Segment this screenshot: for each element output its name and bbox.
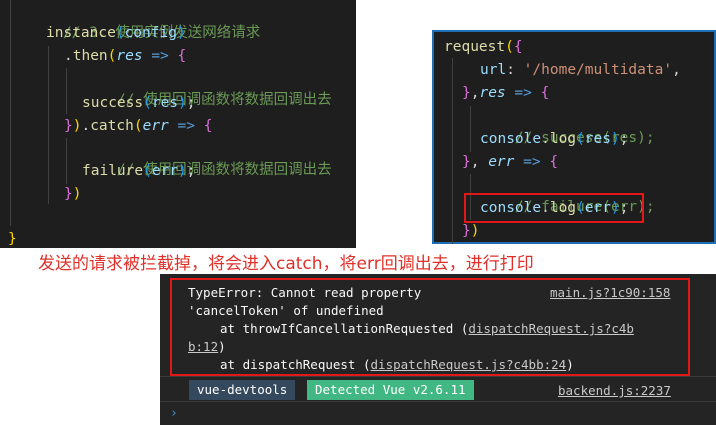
backend-source-link[interactable]: backend.js:2237 (558, 382, 671, 400)
highlight-box (170, 278, 690, 376)
code-fn: instance (46, 25, 116, 41)
code-var: err (151, 163, 179, 179)
code-line: }) (462, 223, 480, 239)
indent-guide (66, 138, 67, 184)
indent-guide (452, 58, 453, 244)
console-divider (160, 376, 716, 377)
code-line: .then(res => { (64, 48, 187, 64)
code-param: res (116, 48, 143, 64)
code-obj: console (480, 131, 542, 147)
code-line: }).catch(err => { (64, 118, 213, 134)
code-fn: log (549, 131, 577, 147)
code-var: config (124, 25, 177, 41)
code-line: url: '/home/multidata', (480, 62, 681, 78)
code-var: res (584, 131, 611, 147)
code-param: err (488, 154, 515, 170)
code-param: res (479, 85, 506, 101)
code-fn: catch (90, 118, 134, 134)
code-line: }, err => { (462, 154, 559, 170)
code-line: } (8, 231, 17, 247)
annotation-caption: 发送的请求被拦截掉，将会进入catch，将err回调出去，进行打印 (38, 254, 534, 274)
indent-guide (470, 106, 471, 152)
indent-guide (48, 46, 49, 204)
code-line: success(res); (82, 95, 196, 111)
code-line: }) (64, 186, 82, 202)
code-editor-left: // 3. 使用实例发送网络请求 instance(config) .then(… (0, 0, 356, 248)
code-key: url (480, 62, 507, 78)
code-string: '/home/multidata' (523, 62, 673, 78)
highlight-box (464, 193, 644, 223)
code-editor-right: request({ url: '/home/multidata', },res … (432, 30, 716, 244)
vue-version-badge: Detected Vue v2.6.11 (307, 380, 474, 400)
indent-guide (66, 68, 67, 114)
code-fn: failure (82, 163, 144, 179)
code-line: },res => { (462, 85, 550, 101)
code-line: failure(err); (82, 163, 196, 179)
code-line: console.log(res); (480, 131, 629, 147)
code-fn: success (82, 95, 144, 111)
code-param: err (142, 118, 169, 134)
code-line: request({ (444, 39, 523, 55)
code-var: res (151, 95, 179, 111)
code-fn: then (72, 48, 108, 64)
indent-guide (10, 0, 11, 226)
devtools-console: TypeError: Cannot read property main.js?… (160, 274, 716, 425)
console-divider (160, 401, 716, 402)
code-line: instance(config) (46, 25, 186, 41)
code-fn: request (444, 39, 506, 55)
vue-devtools-badge: vue-devtools (189, 380, 296, 400)
console-prompt-icon[interactable]: › (170, 406, 178, 421)
